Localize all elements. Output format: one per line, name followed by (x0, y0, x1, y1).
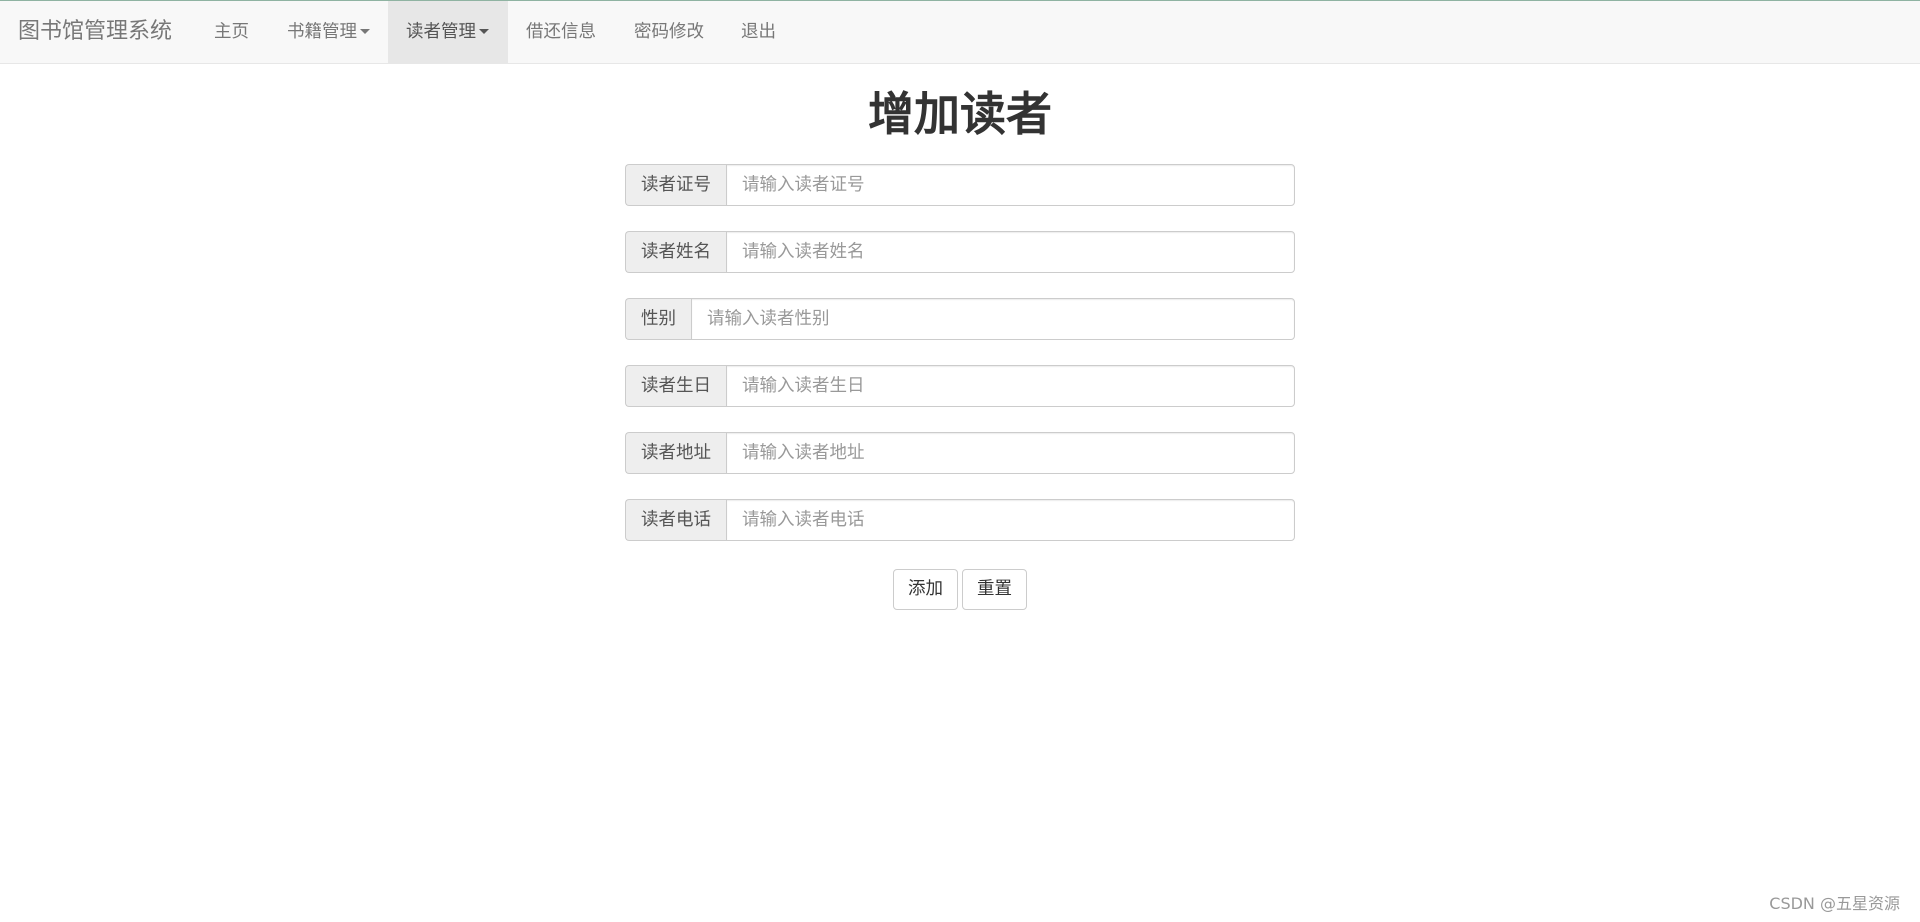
reader-birthday-input[interactable] (726, 365, 1295, 407)
reader-address-group: 读者地址 (625, 432, 1295, 474)
reader-id-group: 读者证号 (625, 164, 1295, 206)
reader-birthday-group: 读者生日 (625, 365, 1295, 407)
caret-down-icon (479, 28, 489, 34)
nav-item-change-password[interactable]: 密码修改 (616, 1, 722, 63)
reader-gender-input[interactable] (691, 298, 1295, 340)
reader-gender-group: 性别 (625, 298, 1295, 340)
nav-item-label: 借还信息 (526, 22, 596, 42)
reader-address-input[interactable] (726, 432, 1295, 474)
add-button[interactable]: 添加 (893, 569, 958, 610)
reader-phone-label: 读者电话 (625, 499, 726, 541)
watermark: CSDN @五星资源 (1769, 894, 1900, 913)
form-actions: 添加 重置 (0, 569, 1920, 610)
reader-phone-input[interactable] (726, 499, 1295, 541)
page-title: 增加读者 (868, 87, 1052, 141)
reader-address-label: 读者地址 (625, 432, 726, 474)
nav-item-label: 读者管理 (406, 22, 476, 42)
nav-item-label: 密码修改 (634, 22, 704, 42)
nav-item-logout[interactable]: 退出 (723, 1, 794, 63)
reader-id-label: 读者证号 (625, 164, 726, 206)
reader-name-input[interactable] (726, 231, 1295, 273)
nav-item-label: 主页 (214, 22, 249, 42)
add-reader-form: 读者证号 读者姓名 性别 读者生日 读者地址 读者电话 (625, 164, 1295, 566)
caret-down-icon (360, 28, 370, 34)
nav-item-home[interactable]: 主页 (196, 1, 267, 63)
reader-birthday-label: 读者生日 (625, 365, 726, 407)
nav-item-book-management[interactable]: 书籍管理 (269, 1, 388, 63)
reader-name-group: 读者姓名 (625, 231, 1295, 273)
nav-item-reader-management[interactable]: 读者管理 (388, 1, 508, 63)
reset-button[interactable]: 重置 (962, 569, 1027, 610)
reader-phone-group: 读者电话 (625, 499, 1295, 541)
reader-gender-label: 性别 (625, 298, 691, 340)
reader-name-label: 读者姓名 (625, 231, 726, 273)
brand-link[interactable]: 图书馆管理系统 (18, 1, 172, 63)
nav-item-label: 退出 (741, 22, 776, 42)
top-navbar: 图书馆管理系统 主页 书籍管理 读者管理 借还信息 密码修改 退出 (0, 0, 1920, 64)
reader-id-input[interactable] (726, 164, 1295, 206)
nav-item-label: 书籍管理 (287, 22, 357, 42)
nav-item-borrow-info[interactable]: 借还信息 (508, 1, 614, 63)
